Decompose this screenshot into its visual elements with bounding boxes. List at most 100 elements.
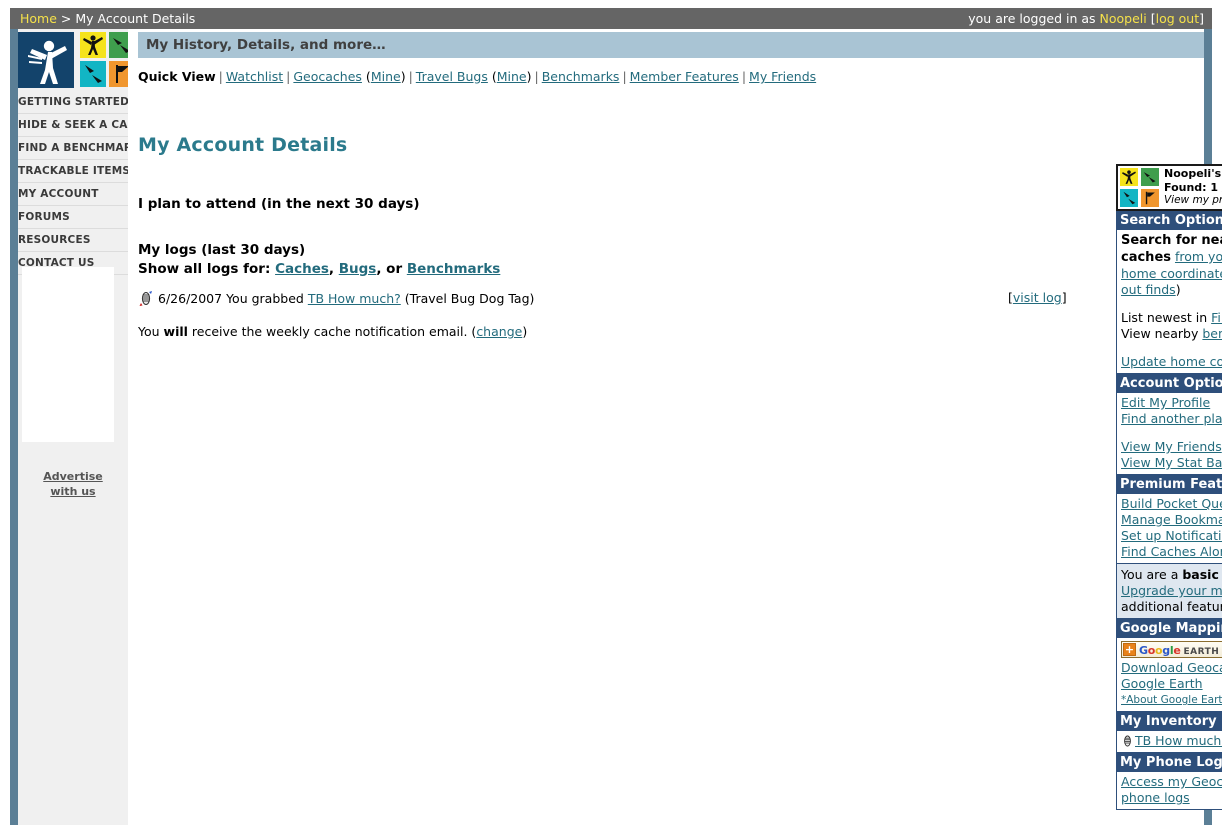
user-stats-box: Noopeli's stats Found: 1 / Hidden: 0 Vie… (1116, 164, 1222, 211)
login-status-prefix: you are logged in as (968, 11, 1096, 26)
update-home-coordinates-link[interactable]: Update home coordinates (1121, 354, 1222, 370)
qv-sep-3: | (534, 69, 539, 84)
search-spacer-2 (1121, 342, 1222, 354)
earth-wordmark: EARTH (1183, 647, 1220, 657)
tab-member-features[interactable]: Member Features (630, 69, 739, 84)
log-action: You grabbed (226, 291, 304, 306)
visit-log-link[interactable]: visit log (1013, 290, 1062, 305)
view-nearby-prefix: View nearby (1121, 326, 1199, 341)
left-sidebar: GETTING STARTED HIDE & SEEK A CACHE FIND… (18, 29, 152, 825)
my-logs-heading: My logs (last 30 days) (138, 242, 306, 258)
show-logs-benchmarks-link[interactable]: Benchmarks (407, 261, 501, 277)
about-google-earth-kml-link[interactable]: *About Google Earth KML (1121, 694, 1222, 706)
show-all-prefix: Show all logs for: (138, 261, 271, 277)
filter-paren-close: ) (1175, 282, 1181, 297)
download-geocache-browser-link[interactable]: Download Geocache browser in Google Eart… (1121, 660, 1222, 692)
qv-sep-1: | (286, 69, 291, 84)
google-earth-badge[interactable]: + Google EARTH (1121, 641, 1222, 658)
country-link[interactable]: Finland (1211, 310, 1222, 325)
notify-bold-will: will (163, 324, 188, 339)
inventory-item-row: TB How much? (1121, 733, 1222, 749)
qv-sep-2: | (408, 69, 413, 84)
breadcrumb-separator: > (60, 11, 72, 26)
tab-travel-bugs[interactable]: Travel Bugs (416, 69, 488, 84)
sidebar-item-trackable-items[interactable]: TRACKABLE ITEMS (18, 160, 130, 183)
search-spacer (1121, 298, 1222, 310)
breadcrumb-home-link[interactable]: Home (20, 11, 57, 26)
sidebar-item-getting-started[interactable]: GETTING STARTED (18, 91, 129, 114)
view-my-friends-row: View My FriendsNEW! (1121, 439, 1222, 455)
show-logs-caches-link[interactable]: Caches (275, 261, 329, 277)
sidebar-item-forums[interactable]: FORUMS (18, 206, 128, 229)
view-nearby-line: View nearby benchmarks (1121, 326, 1222, 342)
username-link[interactable]: Noopeli (1100, 11, 1147, 26)
tab-travel-bugs-mine[interactable]: Mine (497, 69, 527, 84)
set-up-notifications-link[interactable]: Set up Notifications (1121, 528, 1222, 544)
qv-sep-0: | (218, 69, 223, 84)
advertisement-placeholder (22, 267, 114, 442)
stats-counts: Found: 1 / Hidden: 0 (1164, 180, 1222, 194)
about-kml-row: *About Google Earth KML (1121, 692, 1222, 708)
plan-to-attend-heading: I plan to attend (in the next 30 days) (138, 196, 420, 212)
account-options-body: Edit My Profile Find another player View… (1116, 393, 1222, 475)
build-pocket-queries-link[interactable]: Build Pocket Queries (1121, 496, 1222, 512)
stats-title: Noopeli's stats (1164, 167, 1222, 180)
sidebar-item-my-account[interactable]: MY ACCOUNT (18, 183, 128, 206)
membership-prefix: You are a (1121, 567, 1179, 582)
log-date: 6/26/2007 (158, 291, 223, 306)
visit-log-container: [visit log] (1008, 290, 1067, 305)
view-my-stat-bar-link[interactable]: View My Stat Bar (1121, 455, 1222, 471)
inventory-tb-link[interactable]: TB How much? (1135, 733, 1222, 748)
tab-benchmarks[interactable]: Benchmarks (542, 69, 620, 84)
sidebar-item-resources[interactable]: RESOURCES (18, 229, 128, 252)
edit-my-profile-link[interactable]: Edit My Profile (1121, 395, 1222, 411)
frame-left-border (10, 29, 18, 825)
google-mapping-heading: Google Mapping Features (1116, 619, 1222, 638)
page-banner: My History, Details, and more… (138, 32, 1204, 58)
my-logs-section: My logs (last 30 days) Show all logs for… (138, 241, 500, 279)
advertise-link-line1[interactable]: Advertise (43, 470, 102, 483)
tab-my-friends[interactable]: My Friends (749, 69, 816, 84)
log-travelbug-link[interactable]: TB How much? (308, 291, 401, 306)
advertise-with-us: Advertise with us (18, 469, 128, 499)
manage-bookmarks-link[interactable]: Manage Bookmarks (1121, 512, 1222, 528)
stats-tile-person-icon (1120, 168, 1138, 186)
page-title: My Account Details (138, 134, 348, 156)
search-options-heading: Search Options (1116, 211, 1222, 230)
show-logs-bugs-link[interactable]: Bugs (339, 261, 377, 277)
plus-icon: + (1123, 643, 1136, 656)
notify-change-link[interactable]: change (476, 324, 522, 339)
tab-watchlist[interactable]: Watchlist (226, 69, 283, 84)
find-caches-route-row: Find Caches Along a RouteNEW! (1121, 544, 1222, 560)
log-type: (Travel Bug Dog Tag) (404, 291, 535, 306)
find-another-player-link[interactable]: Find another player (1121, 411, 1222, 427)
google-wordmark: Google (1139, 644, 1181, 657)
upgrade-membership-link[interactable]: Upgrade your membership (1121, 583, 1222, 598)
account-spacer (1121, 427, 1222, 439)
view-my-profile-link[interactable]: View my profile (1164, 194, 1222, 206)
sidebar-nav: GETTING STARTED HIDE & SEEK A CACHE FIND… (18, 91, 152, 275)
sidebar-item-find-benchmark[interactable]: FIND A BENCHMARK (18, 137, 140, 160)
paren-close-geocaches: ) (400, 69, 406, 84)
premium-features-body: Build Pocket Queries Manage Bookmarks Se… (1116, 494, 1222, 564)
geocaching-logo[interactable] (18, 32, 74, 88)
top-breadcrumb-bar: Home > My Account Details you are logged… (10, 8, 1212, 29)
tab-quick-view[interactable]: Quick View (138, 69, 216, 84)
sidebar-item-hide-seek-cache[interactable]: HIDE & SEEK A CACHE (18, 114, 152, 137)
stats-tile-flag-icon (1141, 189, 1159, 207)
notify-rest: receive the weekly cache notification em… (191, 324, 477, 339)
notification-email-line: You will receive the weekly cache notifi… (138, 324, 527, 339)
breadcrumb: Home > My Account Details (20, 8, 195, 29)
advertise-link-line2[interactable]: with us (50, 485, 95, 498)
view-my-friends-link[interactable]: View My Friends (1121, 439, 1222, 454)
tile-person-icon (80, 32, 106, 58)
tab-geocaches[interactable]: Geocaches (293, 69, 362, 84)
phone-logs-link[interactable]: Access my Geocache Navigator phone logs (1121, 774, 1222, 806)
notify-tail: ) (522, 324, 528, 339)
my-phone-logs-heading: My Phone Logs (1116, 753, 1222, 772)
tab-geocaches-mine[interactable]: Mine (371, 69, 401, 84)
nearby-benchmarks-link[interactable]: benchmarks (1202, 326, 1222, 341)
find-caches-along-route-link[interactable]: Find Caches Along a Route (1121, 544, 1222, 559)
page-root: Home > My Account Details you are logged… (0, 0, 1222, 825)
logout-link[interactable]: log out (1156, 11, 1200, 26)
